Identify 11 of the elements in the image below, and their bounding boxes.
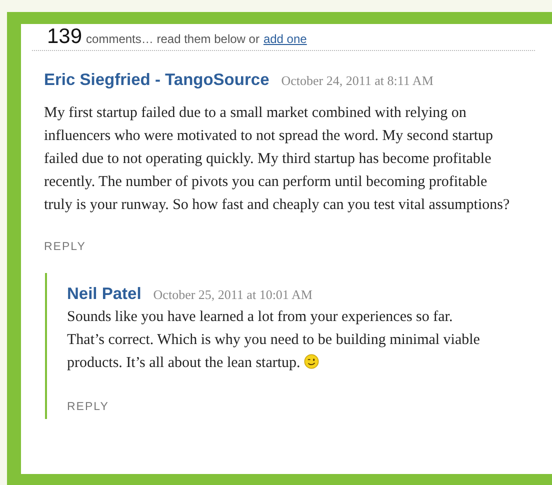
comments-text: comments… read them below or <box>86 32 260 46</box>
comment-date: October 24, 2011 at 8:11 AM <box>281 73 434 89</box>
comment-count: 139 <box>47 24 82 50</box>
reply-link[interactable]: REPLY <box>44 241 86 253</box>
author-name: Eric Siegfried - TangoSource <box>44 71 270 90</box>
add-comment-link[interactable]: add one <box>263 32 307 46</box>
comment-text: Sounds like you have learned a lot from your experiences so far. That’s correct. Which is why you need to be building minimal viable products. It’s all about the lean startup. <box>67 309 480 371</box>
reply-link[interactable]: REPLY <box>67 401 109 413</box>
comment-text: My first startup failed due to a small market combined with relying on influencers who were motivated to not spread the word. My second startup failed due to not operating quickly. My third startup has become profitable recently. The number of pivots you can perform until becoming profitable truly is your runway. So how fast and cheaply can you test vital assumptions? <box>44 105 510 213</box>
author-name: Neil Patel <box>67 285 142 304</box>
comment-date: October 25, 2011 at 10:01 AM <box>153 287 312 303</box>
